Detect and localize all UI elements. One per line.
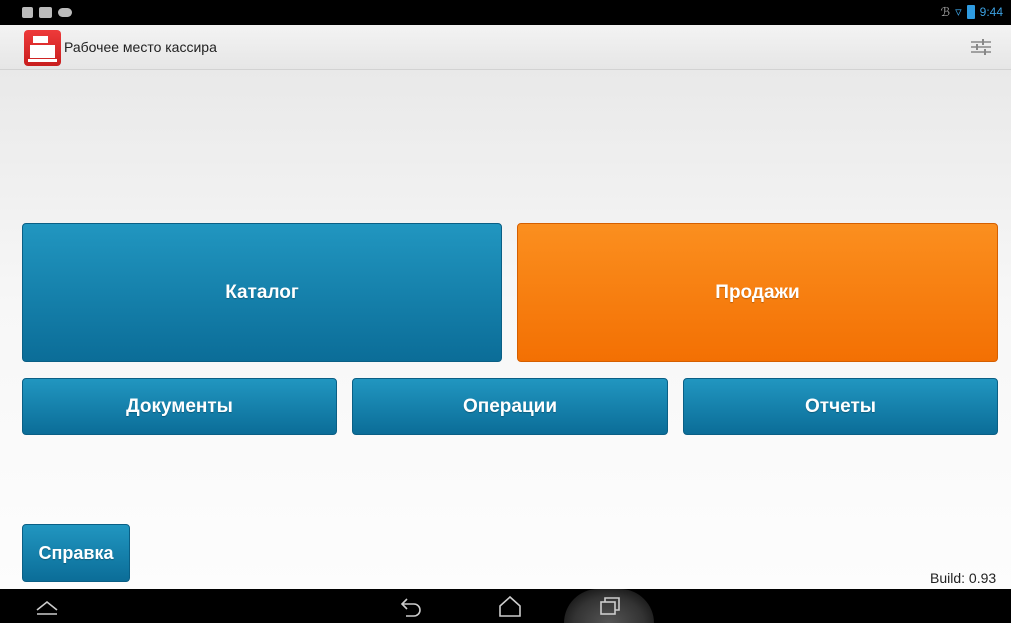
app-title: Рабочее место кассира xyxy=(64,39,217,55)
recent-apps-icon[interactable] xyxy=(597,594,623,618)
sd-card-icon xyxy=(39,7,52,18)
wifi-icon: ▿ xyxy=(955,4,962,19)
catalog-button[interactable]: Каталог xyxy=(22,223,502,362)
collapse-up-icon[interactable] xyxy=(34,594,60,618)
status-indicators: ℬ ▿ 9:44 xyxy=(941,4,1003,20)
build-version: Build: 0.93 xyxy=(930,570,997,586)
sliders-icon[interactable] xyxy=(970,37,992,57)
gamepad-icon xyxy=(58,8,72,17)
status-bar: ℬ ▿ 9:44 xyxy=(0,0,1011,25)
help-button[interactable]: Справка xyxy=(22,524,130,582)
status-notifications xyxy=(22,7,72,18)
home-icon[interactable] xyxy=(497,594,523,618)
sales-button[interactable]: Продажи xyxy=(517,223,998,362)
documents-button[interactable]: Документы xyxy=(22,378,337,435)
battery-icon xyxy=(966,5,975,19)
notification-icon xyxy=(22,7,33,18)
operations-button[interactable]: Операции xyxy=(352,378,668,435)
back-icon[interactable] xyxy=(398,594,424,618)
bluetooth-icon: ℬ xyxy=(940,5,951,19)
reports-button[interactable]: Отчеты xyxy=(683,378,998,435)
cash-register-icon[interactable] xyxy=(24,30,61,66)
status-time: 9:44 xyxy=(979,5,1003,19)
